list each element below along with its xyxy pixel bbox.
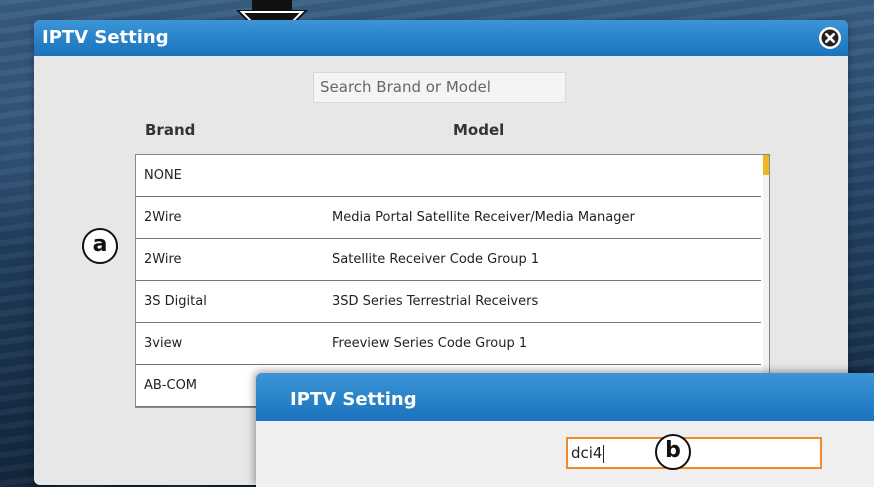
callout-a: a bbox=[82, 228, 118, 264]
brand-cell: 2Wire bbox=[144, 252, 182, 267]
list-item[interactable]: 3S Digital 3SD Series Terrestrial Receiv… bbox=[136, 281, 761, 323]
text-caret bbox=[603, 444, 605, 463]
column-header-model: Model bbox=[453, 121, 505, 139]
close-icon[interactable] bbox=[818, 26, 842, 50]
dialog-title: IPTV Setting bbox=[42, 27, 169, 48]
scrollbar-thumb[interactable] bbox=[763, 155, 769, 175]
model-cell: Satellite Receiver Code Group 1 bbox=[332, 252, 540, 267]
dialog-title: IPTV Setting bbox=[290, 389, 417, 410]
brand-cell: NONE bbox=[144, 168, 182, 183]
brand-cell: 3view bbox=[144, 336, 183, 351]
dialog-titlebar: IPTV Setting bbox=[34, 20, 848, 56]
dialog-titlebar: IPTV Setting bbox=[256, 373, 874, 421]
search-input-value: dci4 bbox=[571, 444, 603, 462]
brand-cell: 2Wire bbox=[144, 210, 182, 225]
search-input[interactable]: dci4 bbox=[566, 437, 822, 469]
callout-b: b bbox=[655, 434, 691, 470]
model-cell: Freeview Series Code Group 1 bbox=[332, 336, 528, 351]
brand-model-list[interactable]: NONE 2Wire Media Portal Satellite Receiv… bbox=[135, 154, 770, 408]
brand-cell: 3S Digital bbox=[144, 294, 207, 309]
iptv-setting-dialog-secondary: IPTV Setting dci4 bbox=[256, 373, 874, 487]
model-cell: Media Portal Satellite Receiver/Media Ma… bbox=[332, 210, 635, 225]
list-item[interactable]: 2Wire Satellite Receiver Code Group 1 bbox=[136, 239, 761, 281]
column-header-brand: Brand bbox=[145, 121, 196, 139]
list-item[interactable]: 3view Freeview Series Code Group 1 bbox=[136, 323, 761, 365]
list-item[interactable]: NONE bbox=[136, 155, 761, 197]
scrollbar[interactable] bbox=[763, 155, 769, 405]
model-cell: 3SD Series Terrestrial Receivers bbox=[332, 294, 539, 309]
list-item[interactable]: 2Wire Media Portal Satellite Receiver/Me… bbox=[136, 197, 761, 239]
search-input[interactable]: Search Brand or Model bbox=[313, 72, 566, 103]
